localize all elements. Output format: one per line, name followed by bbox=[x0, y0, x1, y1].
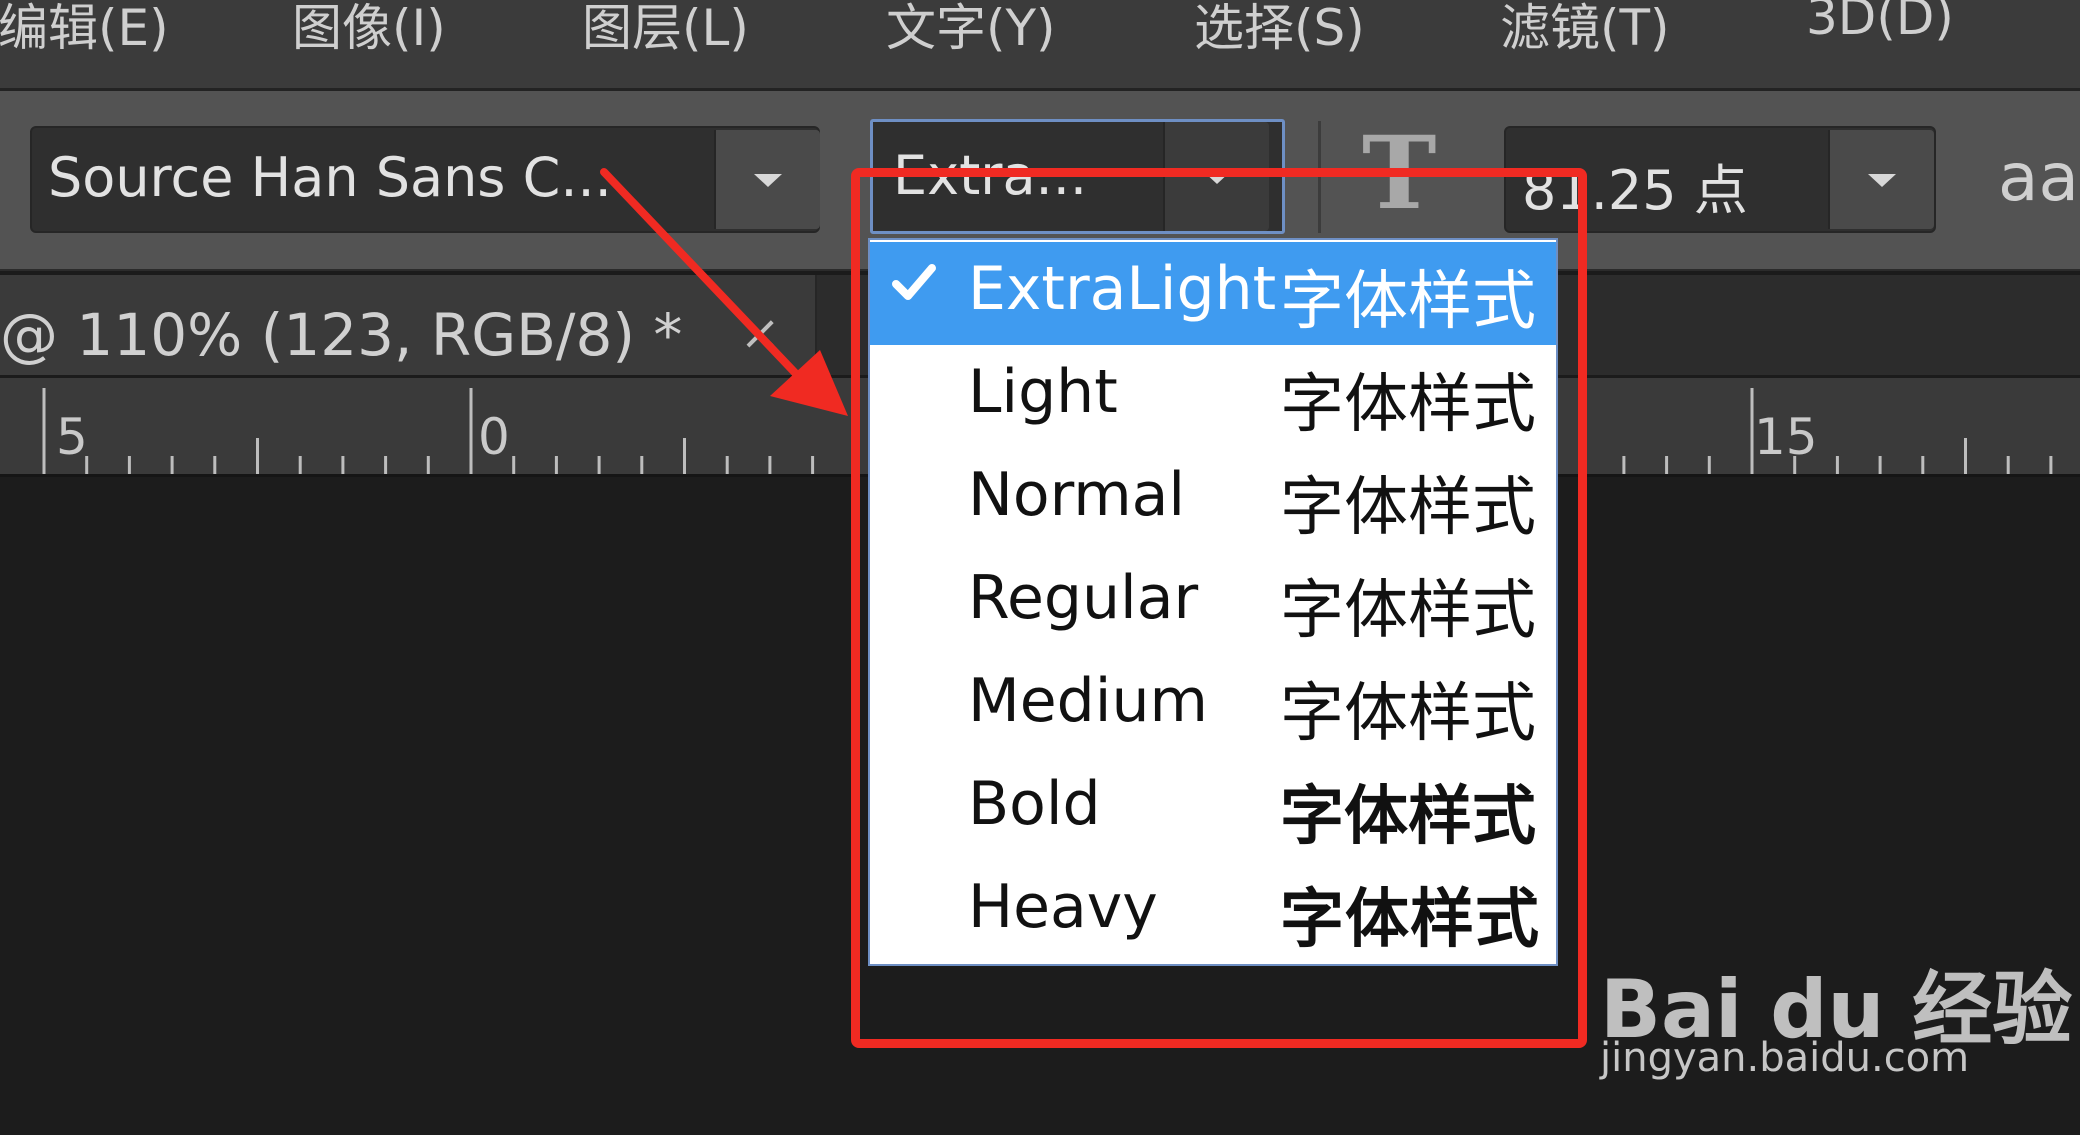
menu-type[interactable]: 文字(Y) bbox=[886, 0, 1056, 60]
ruler-label: 5 bbox=[56, 408, 88, 466]
chevron-down-icon bbox=[754, 173, 782, 187]
antialias-icon[interactable]: aa bbox=[1998, 139, 2079, 216]
menu-edit[interactable]: 编辑(E) bbox=[0, 0, 169, 60]
document-tab[interactable]: @ 110% (123, RGB/8) * × bbox=[0, 275, 817, 375]
menu-image[interactable]: 图像(I) bbox=[292, 0, 446, 60]
annotation-highlight-box bbox=[851, 168, 1587, 1048]
baidu-watermark: Bai du 经验 jingyan.baidu.com bbox=[1600, 905, 2072, 1095]
menu-3d[interactable]: 3D(D) bbox=[1806, 0, 1954, 46]
menu-select[interactable]: 选择(S) bbox=[1194, 0, 1365, 60]
watermark-url: jingyan.baidu.com bbox=[1600, 1035, 1970, 1081]
font-family-dropdown-button[interactable] bbox=[714, 130, 820, 229]
ruler-label: 0 bbox=[478, 408, 510, 466]
font-family-select[interactable]: Source Han Sans C... bbox=[30, 126, 820, 233]
menu-bar: 编辑(E) 图像(I) 图层(L) 文字(Y) 选择(S) 滤镜(T) 3D(D… bbox=[0, 0, 2080, 91]
font-size-dropdown-button[interactable] bbox=[1828, 130, 1934, 229]
document-tab-title: @ 110% (123, RGB/8) * bbox=[0, 301, 683, 369]
close-icon[interactable]: × bbox=[740, 305, 780, 361]
font-family-value: Source Han Sans C... bbox=[48, 146, 612, 209]
ruler-label: 15 bbox=[1754, 408, 1818, 466]
menu-layer[interactable]: 图层(L) bbox=[582, 0, 749, 60]
menu-filter[interactable]: 滤镜(T) bbox=[1500, 0, 1670, 60]
chevron-down-icon bbox=[1868, 173, 1896, 187]
